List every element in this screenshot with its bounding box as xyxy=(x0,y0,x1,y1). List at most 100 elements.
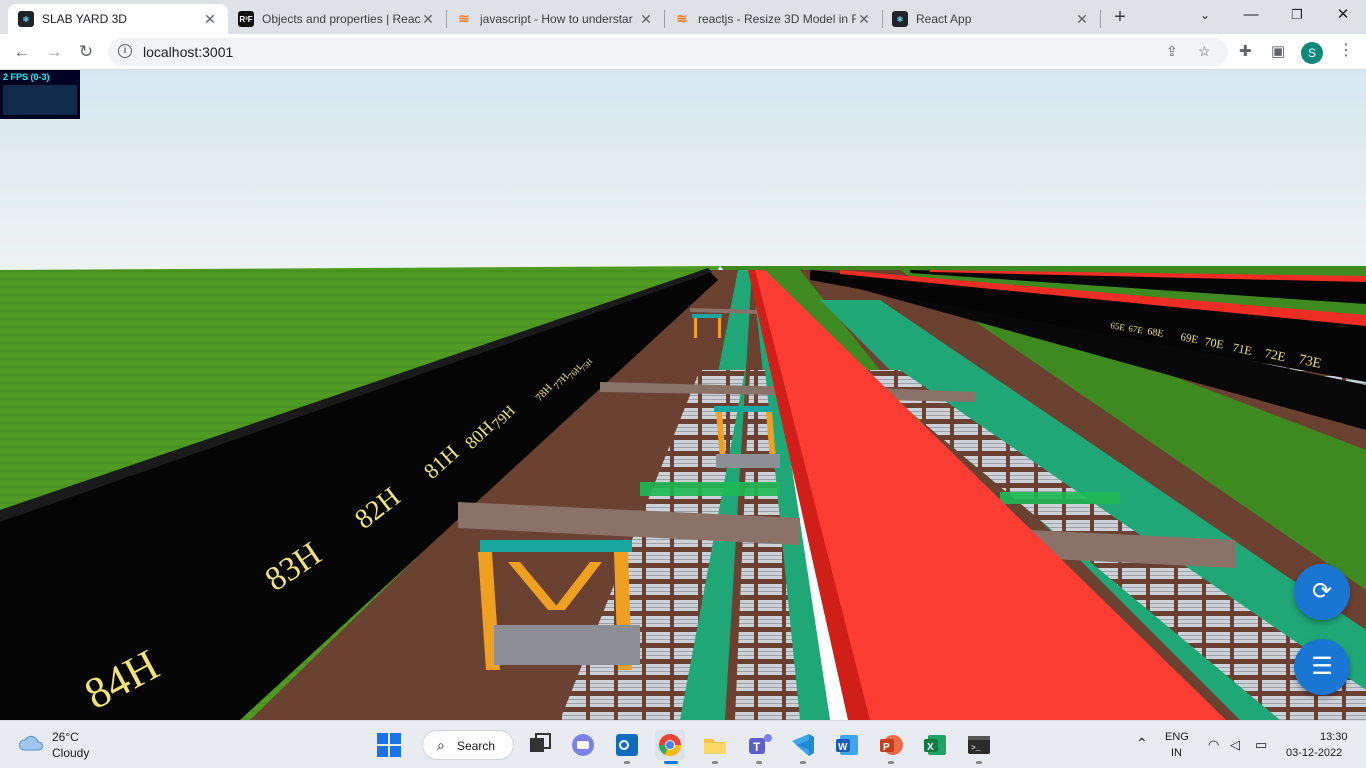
battery-icon[interactable]: ▭ xyxy=(1255,737,1267,753)
start-button[interactable] xyxy=(374,730,404,760)
language-primary[interactable]: ENG xyxy=(1165,731,1189,743)
taskbar-search[interactable]: ⌕ Search xyxy=(422,730,514,760)
sky xyxy=(0,70,1366,270)
new-tab-button[interactable]: + xyxy=(1108,5,1132,29)
tab-title: reactjs - Resize 3D Model in R xyxy=(698,12,856,26)
running-indicator xyxy=(712,761,718,764)
roller-table xyxy=(1000,492,1120,504)
site-info-icon[interactable]: i xyxy=(118,44,132,58)
minimize-icon[interactable]: — xyxy=(1228,0,1274,34)
refresh-icon: ⟳ xyxy=(1311,578,1333,605)
extensions-puzzle-icon[interactable]: ✚ xyxy=(1239,42,1252,60)
task-view-button[interactable] xyxy=(524,730,554,760)
teams-button[interactable]: T xyxy=(744,730,774,760)
running-indicator xyxy=(888,761,894,764)
share-icon[interactable]: ⇪ xyxy=(1166,43,1178,60)
terminal-icon: >_ xyxy=(968,736,990,754)
roller-table xyxy=(640,482,780,496)
volume-icon[interactable]: ◁ xyxy=(1230,737,1240,753)
fps-stats-panel[interactable]: 2 FPS (0-3) xyxy=(0,70,80,119)
fps-label: 2 FPS (0-3) xyxy=(3,72,50,82)
close-tab-icon[interactable]: ✕ xyxy=(202,11,218,28)
running-indicator xyxy=(624,761,630,764)
r3f-icon: R³F xyxy=(238,11,254,27)
chevron-up-icon[interactable]: ⌃ xyxy=(1136,735,1148,752)
teams-chat-button[interactable] xyxy=(568,730,598,760)
tab-title: javascript - How to understar xyxy=(480,12,633,26)
chat-icon xyxy=(572,734,594,756)
tab-stackoverflow-1[interactable]: ≋ javascript - How to understar ✕ xyxy=(446,4,664,34)
close-tab-icon[interactable]: ✕ xyxy=(638,11,654,28)
reload-icon[interactable]: ↻ xyxy=(74,40,98,64)
svg-text:T: T xyxy=(753,740,761,754)
close-window-icon[interactable]: ✕ xyxy=(1320,0,1366,34)
kebab-menu-icon[interactable]: ⋮ xyxy=(1338,40,1354,60)
wifi-icon[interactable]: ◠ xyxy=(1208,737,1219,753)
browser-toolbar: ← → ↻ i localhost:3001 ⇪ ☆ ✚ ▣ S ⋮ xyxy=(0,34,1366,70)
tab-divider xyxy=(1100,10,1101,28)
forward-arrow-icon[interactable]: → xyxy=(42,40,66,64)
chrome-icon xyxy=(659,734,681,756)
clock-date[interactable]: 03-12-2022 xyxy=(1286,747,1342,759)
running-indicator xyxy=(756,761,762,764)
active-indicator xyxy=(664,761,678,764)
folder-icon xyxy=(704,739,726,754)
url-text[interactable]: localhost:3001 xyxy=(143,44,233,60)
running-indicator xyxy=(800,761,806,764)
search-icon: ⌕ xyxy=(437,737,445,753)
svg-text:P: P xyxy=(883,742,890,753)
stackoverflow-icon: ≋ xyxy=(676,11,688,26)
powerpoint-icon: P xyxy=(880,735,903,755)
close-tab-icon[interactable]: ✕ xyxy=(420,11,436,28)
outlook-icon xyxy=(616,734,638,756)
search-label: Search xyxy=(457,739,496,753)
windows-logo-icon xyxy=(377,733,401,757)
svg-text:X: X xyxy=(927,742,934,753)
excel-icon: X xyxy=(924,735,946,755)
react-icon: ⚛ xyxy=(18,11,34,27)
bookmark-star-icon[interactable]: ☆ xyxy=(1198,43,1211,60)
back-arrow-icon[interactable]: ← xyxy=(10,40,34,64)
fps-graph xyxy=(3,85,77,115)
weather-temperature[interactable]: 26°C xyxy=(52,730,79,744)
three-d-canvas[interactable]: 84H 83H 82H 81H 80H 79H 78H 77H 76H 75H … xyxy=(0,70,1366,720)
weather-description[interactable]: Cloudy xyxy=(52,746,89,760)
tab-objects-properties[interactable]: R³F Objects and properties | Reac ✕ xyxy=(228,4,446,34)
tab-title: Objects and properties | Reac xyxy=(262,12,420,26)
windows-taskbar: 26°C Cloudy ⌕ Search T W P X >_ ⌃ ENG IN… xyxy=(0,720,1366,768)
tab-stackoverflow-2[interactable]: ≋ reactjs - Resize 3D Model in R ✕ xyxy=(664,4,882,34)
tab-title: React App xyxy=(916,12,972,26)
close-tab-icon[interactable]: ✕ xyxy=(856,11,872,28)
terminal-button[interactable]: >_ xyxy=(964,730,994,760)
excel-button[interactable]: X xyxy=(920,730,950,760)
vscode-icon xyxy=(792,734,814,756)
word-button[interactable]: W xyxy=(832,730,862,760)
running-indicator xyxy=(976,761,982,764)
teams-icon: T xyxy=(749,734,772,754)
cloud-icon[interactable] xyxy=(18,734,46,752)
powerpoint-button[interactable]: P xyxy=(876,730,906,760)
settings-button[interactable]: ☰ xyxy=(1294,639,1350,695)
side-panel-icon[interactable]: ▣ xyxy=(1271,42,1285,60)
chrome-button[interactable] xyxy=(655,730,685,760)
vscode-button[interactable] xyxy=(788,730,818,760)
outlook-button[interactable] xyxy=(612,730,642,760)
slab-yard-scene[interactable]: 84H 83H 82H 81H 80H 79H 78H 77H 76H 75H … xyxy=(0,70,1366,720)
profile-avatar[interactable]: S xyxy=(1301,42,1323,64)
react-icon: ⚛ xyxy=(892,11,908,27)
tab-search-chevron-icon[interactable]: ⌄ xyxy=(1182,0,1228,34)
clock-time[interactable]: 13:30 xyxy=(1320,731,1348,743)
svg-text:>_: >_ xyxy=(971,744,981,753)
address-bar[interactable]: i localhost:3001 ⇪ ☆ xyxy=(108,38,1228,66)
tab-react-app[interactable]: ⚛ React App ✕ xyxy=(882,4,1100,34)
close-tab-icon[interactable]: ✕ xyxy=(1074,11,1090,28)
language-region[interactable]: IN xyxy=(1171,747,1182,759)
stackoverflow-icon: ≋ xyxy=(458,11,470,26)
restore-icon[interactable]: ❐ xyxy=(1274,0,1320,34)
refresh-button[interactable]: ⟳ xyxy=(1294,564,1350,620)
tab-slab-yard[interactable]: ⚛ SLAB YARD 3D ✕ xyxy=(8,4,228,34)
file-explorer-button[interactable] xyxy=(700,730,730,760)
svg-text:W: W xyxy=(838,742,848,753)
task-view-icon xyxy=(530,733,551,752)
browser-tab-strip: ⚛ SLAB YARD 3D ✕ R³F Objects and propert… xyxy=(0,0,1366,34)
